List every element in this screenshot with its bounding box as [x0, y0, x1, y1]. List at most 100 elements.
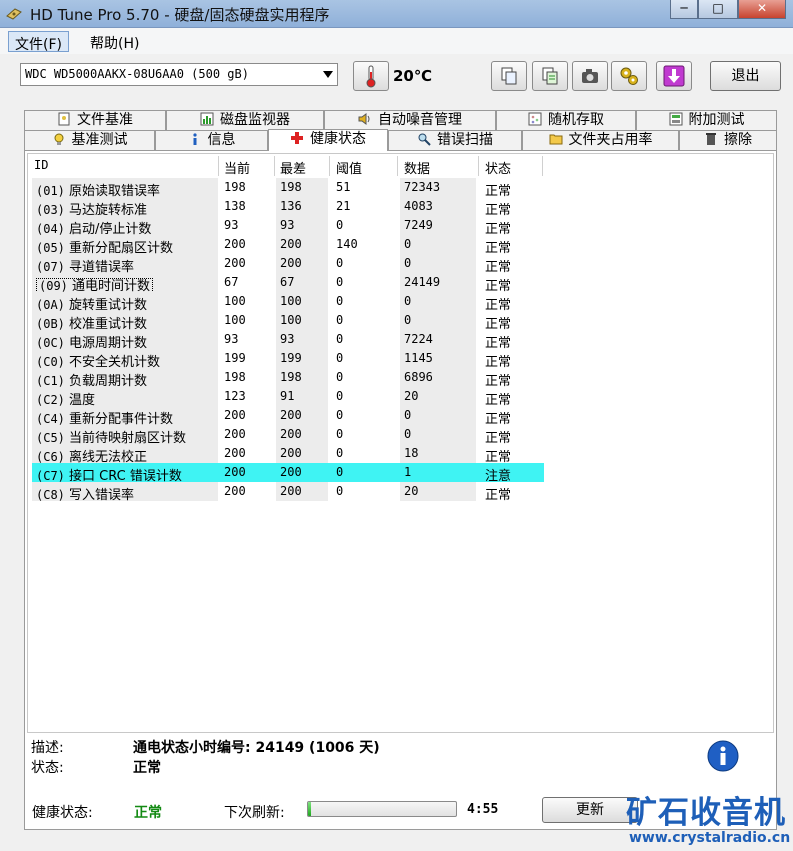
status-label: 状态:	[31, 760, 64, 776]
minimize-button[interactable]: ─	[670, 0, 698, 19]
tab-label: 文件夹占用率	[568, 132, 653, 148]
tab-erase[interactable]: 擦除	[679, 130, 777, 150]
cell-threshold: 0	[336, 218, 344, 232]
tab-error-scan[interactable]: 错误扫描	[388, 130, 522, 150]
cell-threshold: 0	[336, 332, 344, 346]
cell-threshold: 21	[336, 199, 351, 213]
extra-tests-icon	[669, 112, 682, 126]
attribute-id: (05)	[36, 241, 65, 255]
tab-extra-tests[interactable]: 附加测试	[636, 110, 777, 130]
table-row[interactable]: (03) 马达旋转标准 138 136 21 4083 正常	[32, 197, 544, 218]
col-header-id[interactable]: ID	[34, 158, 48, 172]
maximize-button[interactable]: □	[698, 0, 738, 19]
table-row[interactable]: (C7) 接口 CRC 错误计数 200 200 0 1 注意	[32, 463, 544, 484]
cell-threshold: 0	[336, 446, 344, 460]
tab-label: 自动噪音管理	[378, 112, 462, 128]
tab-disk-monitor[interactable]: 磁盘监视器	[166, 110, 324, 130]
description-label: 描述:	[31, 740, 64, 756]
attribute-id: (07)	[36, 260, 65, 274]
smart-table[interactable]: ID 当前 最差 阈值 数据 状态 (01) 原始读取错误率 198 198 51 72…	[27, 153, 774, 733]
menu-help[interactable]: 帮助(H)	[84, 31, 145, 52]
table-row[interactable]: (09) 通电时间计数 67 67 0 24149 正常	[32, 273, 544, 295]
cell-attribute: (04) 启动/停止计数	[32, 216, 218, 237]
cell-attribute: (C8) 写入错误率	[32, 482, 218, 503]
cell-worst: 93	[280, 218, 295, 232]
options-button[interactable]	[611, 61, 647, 91]
cell-worst: 198	[280, 370, 302, 384]
tab-noise-management[interactable]: 自动噪音管理	[324, 110, 496, 130]
cell-worst: 93	[280, 332, 295, 346]
col-header-status[interactable]: 状态	[485, 158, 511, 177]
cell-data: 0	[404, 237, 412, 251]
attribute-id: (C2)	[36, 393, 65, 407]
menu-file[interactable]: 文件(F)	[8, 31, 69, 53]
table-row[interactable]: (04) 启动/停止计数 93 93 0 7249 正常	[32, 216, 544, 237]
col-header-data[interactable]: 数据	[404, 158, 430, 177]
cell-attribute: (C2) 温度	[32, 387, 218, 408]
camera-icon	[582, 69, 598, 83]
cell-threshold: 0	[336, 294, 344, 308]
tab-info[interactable]: 信息	[155, 130, 268, 150]
cell-data: 7224	[404, 332, 433, 346]
cell-current: 93	[224, 332, 239, 346]
exit-button[interactable]: 退出	[710, 61, 781, 91]
temperature-button[interactable]	[353, 61, 389, 91]
column-divider	[274, 156, 275, 176]
copy-all-button[interactable]	[532, 61, 568, 91]
table-row[interactable]: (07) 寻道错误率 200 200 0 0 正常	[32, 254, 544, 275]
speaker-icon	[358, 113, 370, 125]
cell-current: 199	[224, 351, 246, 365]
watermark-url: www.crystalradio.cn	[629, 830, 791, 846]
column-divider	[542, 156, 543, 176]
col-header-threshold[interactable]: 阈值	[336, 158, 362, 177]
tab-label: 磁盘监视器	[220, 112, 290, 128]
col-header-worst[interactable]: 最差	[280, 158, 306, 177]
attribute-id: (C6)	[36, 450, 65, 464]
table-row[interactable]: (C6) 离线无法校正 200 200 0 18 正常	[32, 444, 544, 465]
column-divider	[478, 156, 479, 176]
screenshot-button[interactable]	[572, 61, 608, 91]
tab-random-access[interactable]: 随机存取	[496, 110, 636, 130]
cell-data: 0	[404, 408, 412, 422]
cell-worst: 100	[280, 313, 302, 327]
refresh-progress-fill	[308, 802, 311, 816]
table-row[interactable]: (C5) 当前待映射扇区计数 200 200 0 0 正常	[32, 425, 544, 446]
next-refresh-label: 下次刷新:	[224, 805, 285, 821]
temperature-value: 20℃	[393, 67, 433, 85]
tab-file-benchmark[interactable]: 文件基准	[24, 110, 166, 130]
cell-data: 24149	[404, 275, 441, 289]
cell-worst: 100	[280, 294, 302, 308]
table-row[interactable]: (C1) 负载周期计数 198 198 0 6896 正常	[32, 368, 544, 389]
cell-data: 0	[404, 256, 412, 270]
tab-label: 附加测试	[688, 112, 745, 128]
file-benchmark-icon	[58, 112, 70, 126]
table-row[interactable]: (0A) 旋转重试计数 100 100 0 0 正常	[32, 292, 544, 313]
drive-select[interactable]: WDC WD5000AAKX-08U6AA0 (500 gB)	[20, 63, 338, 86]
table-row[interactable]: (C2) 温度 123 91 0 20 正常	[32, 387, 544, 408]
table-row[interactable]: (01) 原始读取错误率 198 198 51 72343 正常	[32, 178, 544, 199]
cell-attribute: (05) 重新分配扇区计数	[32, 235, 218, 256]
table-row[interactable]: (0B) 校准重试计数 100 100 0 0 正常	[32, 311, 544, 332]
close-button[interactable]: ✕	[738, 0, 786, 19]
table-row[interactable]: (C4) 重新分配事件计数 200 200 0 0 正常	[32, 406, 544, 427]
cell-worst: 200	[280, 256, 302, 270]
info-icon	[192, 133, 197, 145]
tab-label: 基准测试	[71, 132, 128, 148]
table-row[interactable]: (C8) 写入错误率 200 200 0 20 正常	[32, 482, 544, 503]
tab-health[interactable]: 健康状态	[268, 129, 388, 151]
tab-folder-usage[interactable]: 文件夹占用率	[522, 130, 679, 150]
column-shade	[400, 292, 476, 311]
refresh-button[interactable]: 更新	[542, 797, 638, 823]
tab-row-top: 文件基准 磁盘监视器 自动噪音管理 随机存取 附加测试	[24, 110, 777, 130]
table-row[interactable]: (05) 重新分配扇区计数 200 200 140 0 正常	[32, 235, 544, 256]
copy-button[interactable]	[491, 61, 527, 91]
cell-current: 123	[224, 389, 246, 403]
cell-worst: 199	[280, 351, 302, 365]
erase-icon	[706, 133, 716, 145]
col-header-current[interactable]: 当前	[224, 158, 250, 177]
tab-benchmark[interactable]: 基准测试	[24, 130, 155, 150]
cell-attribute: (0B) 校准重试计数	[32, 311, 218, 332]
table-row[interactable]: (0C) 电源周期计数 93 93 0 7224 正常	[32, 330, 544, 351]
save-button[interactable]	[656, 61, 692, 91]
table-row[interactable]: (C0) 不安全关机计数 199 199 0 1145 正常	[32, 349, 544, 370]
